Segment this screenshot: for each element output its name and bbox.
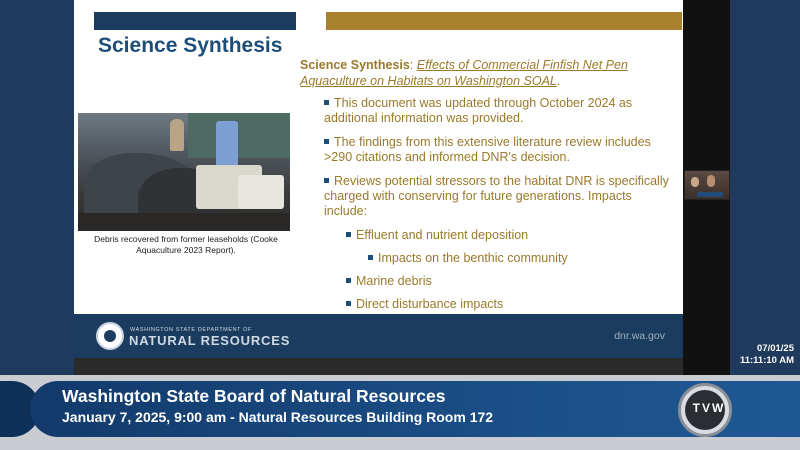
heading-colon: : <box>409 58 417 72</box>
agency-name: NATURAL RESOURCES <box>129 333 291 348</box>
broadcast-time: 11:11:10 AM <box>739 355 794 366</box>
right-frame-panel <box>730 0 800 375</box>
slide-heading: Science Synthesis: Effects of Commercial… <box>300 57 650 89</box>
presentation-slide: Science Synthesis Debris recovered from … <box>74 0 683 358</box>
bullet-item: Reviews potential stressors to the habit… <box>324 174 669 218</box>
broadcast-timestamp: 07/01/25 11:11:10 AM <box>740 343 794 367</box>
tvw-logo-text: TVW <box>692 401 726 415</box>
bullet-item: Direct disturbance impacts <box>346 297 646 312</box>
bullet-subitem: Impacts on the benthic community <box>368 251 668 266</box>
slide-footer: WASHINGTON STATE DEPARTMENT OF NATURAL R… <box>74 314 683 358</box>
dnr-seal-icon <box>96 322 124 350</box>
left-frame-panel <box>0 0 74 375</box>
bullet-square-icon <box>324 178 329 183</box>
broadcast-date: 07/01/25 <box>757 343 794 354</box>
bullet-square-icon <box>324 100 329 105</box>
bullet-item: The findings from this extensive literat… <box>324 135 651 164</box>
bullet-item: Marine debris <box>346 274 646 289</box>
participant-video-thumbnail[interactable] <box>684 170 730 200</box>
agency-url: dnr.wa.gov <box>614 330 665 342</box>
slide-title: Science Synthesis <box>98 34 283 57</box>
meeting-title: Washington State Board of Natural Resour… <box>62 386 446 406</box>
heading-end: . <box>556 74 561 88</box>
slide-header-bar-gold <box>326 12 682 30</box>
bullet-item: Effluent and nutrient deposition <box>346 228 646 243</box>
debris-photo <box>78 113 290 231</box>
bullet-square-icon <box>368 255 373 260</box>
bullet-item: This document was updated through Octobe… <box>324 96 633 125</box>
bullet-square-icon <box>346 232 351 237</box>
bullet-square-icon <box>324 139 329 144</box>
slide-header-bar-navy <box>94 12 296 30</box>
bullet-square-icon <box>346 278 351 283</box>
photo-caption: Debris recovered from former leaseholds … <box>94 234 278 255</box>
meeting-subtitle: January 7, 2025, 9:00 am - Natural Resou… <box>62 409 494 425</box>
heading-bold: Science Synthesis <box>300 58 410 72</box>
bullet-square-icon <box>346 301 351 306</box>
